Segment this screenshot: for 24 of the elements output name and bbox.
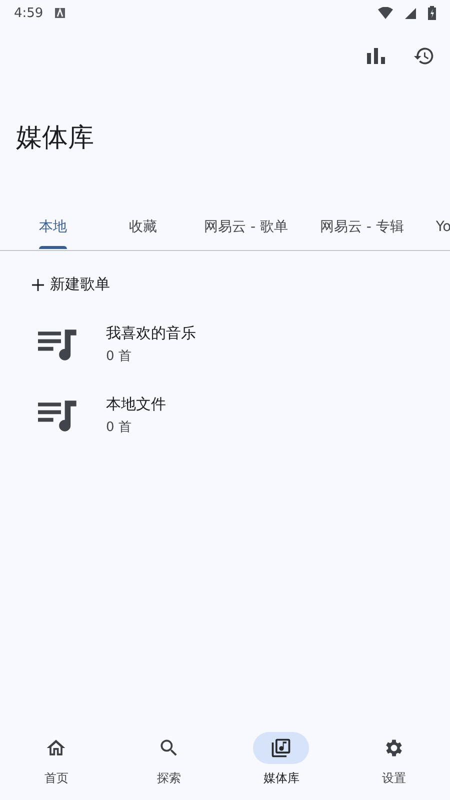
history-icon (413, 45, 435, 67)
nav-item[interactable]: 媒体库 (225, 720, 338, 800)
tab[interactable]: 网易云 - 歌单 (188, 202, 304, 250)
tab[interactable]: 本地 (8, 202, 98, 250)
tab[interactable]: Yo (420, 202, 450, 250)
battery-icon (428, 6, 436, 20)
plus-icon (32, 278, 44, 290)
signal-icon (405, 8, 416, 18)
song-count: 0 首 (106, 348, 132, 365)
bar-chart-icon (367, 48, 385, 64)
new-playlist-button[interactable]: 新建歌单 (32, 269, 110, 300)
nav-item[interactable]: 探索 (112, 720, 225, 800)
song-count: 0 首 (106, 419, 132, 436)
nav-item[interactable]: 首页 (0, 720, 112, 800)
tab[interactable]: 收藏 (98, 202, 188, 250)
music-library-icon (270, 737, 292, 759)
nav-item[interactable]: 设置 (338, 720, 450, 800)
page-title: 媒体库 (15, 122, 95, 155)
tab[interactable]: 网易云 - 专辑 (304, 202, 420, 250)
status-time: 4:59 (14, 6, 44, 20)
notification-icon (55, 8, 66, 18)
playlist-name[interactable]: 我喜欢的音乐 (106, 324, 196, 343)
wifi-icon (378, 7, 393, 19)
playlist-name[interactable]: 本地文件 (106, 395, 166, 414)
